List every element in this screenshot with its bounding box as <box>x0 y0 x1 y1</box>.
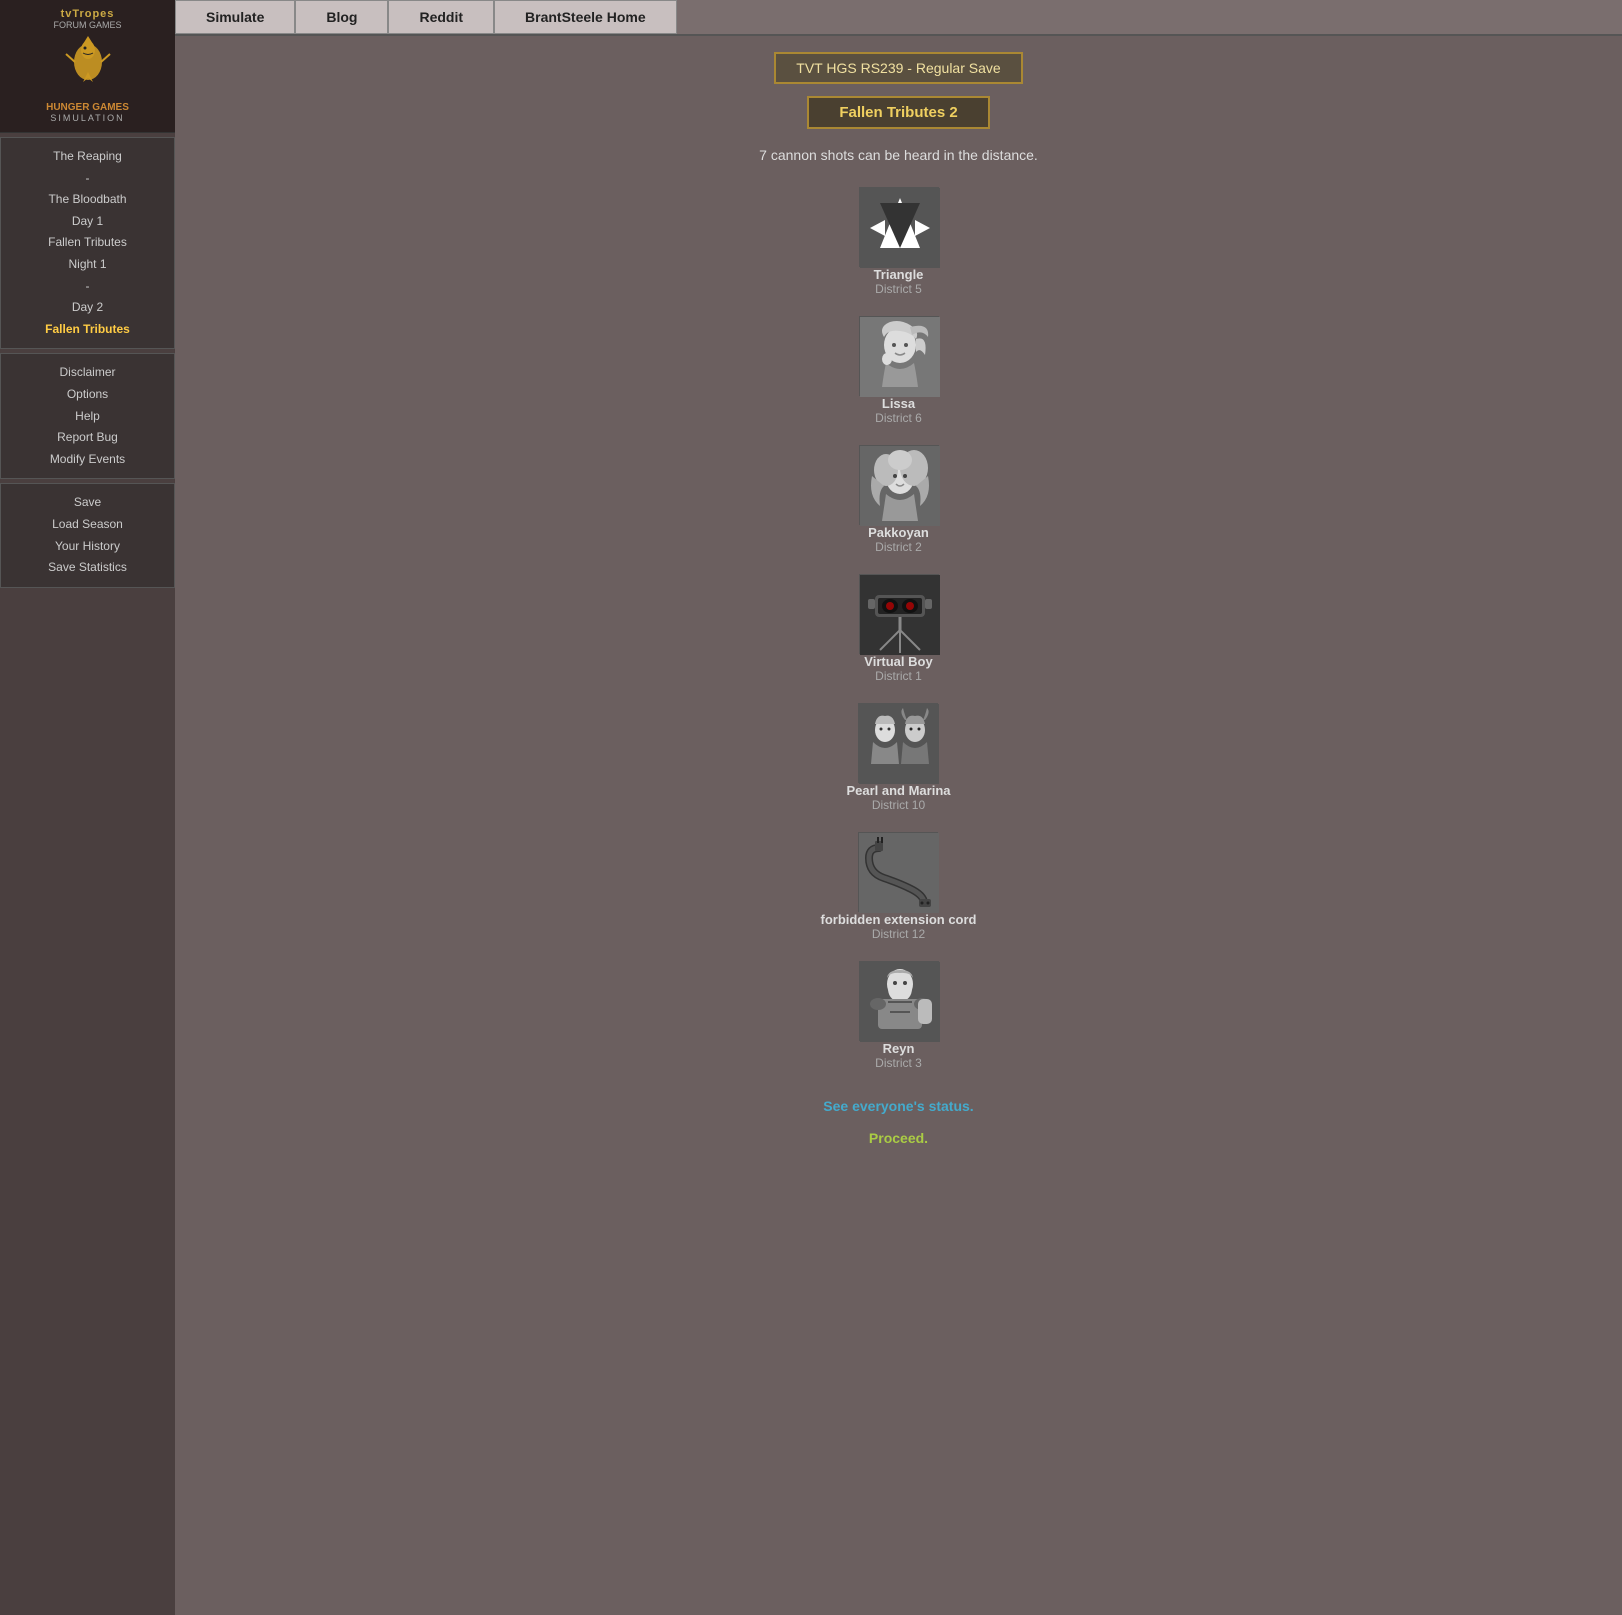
tribute-extension-cord: forbidden extension cord District 12 <box>820 832 976 941</box>
tribute-name-pakkoyan: Pakkoyan <box>868 525 929 540</box>
tribute-name-pearl-marina: Pearl and Marina <box>846 783 950 798</box>
simulation-label: SIMULATION <box>23 113 153 123</box>
main-content: Simulate Blog Reddit BrantSteele Home TV… <box>175 0 1622 1615</box>
tribute-image-reyn <box>859 961 939 1041</box>
tribute-triangle: Triangle District 5 <box>859 187 939 296</box>
report-bug-link[interactable]: Report Bug <box>5 427 170 449</box>
tribute-name-triangle: Triangle <box>874 267 924 282</box>
logo-inner: tvTropes FORUM GAMES HUNGER GAMES SIMULA… <box>23 8 153 98</box>
proceed-link[interactable]: Proceed. <box>869 1130 928 1146</box>
tribute-pearl-marina: Pearl and Marina District 10 <box>846 703 950 812</box>
options-link[interactable]: Options <box>5 384 170 406</box>
logo-box: tvTropes FORUM GAMES HUNGER GAMES SIMULA… <box>0 0 175 133</box>
reddit-button[interactable]: Reddit <box>388 0 494 34</box>
nav-separator-2: - <box>5 276 170 298</box>
nav-item-fallen-2[interactable]: Fallen Tributes <box>5 319 170 341</box>
tribute-district-pearl-marina: District 10 <box>872 798 925 812</box>
nav-item-day2[interactable]: Day 2 <box>5 297 170 319</box>
simulate-button[interactable]: Simulate <box>175 0 295 34</box>
utility-section: Disclaimer Options Help Report Bug Modif… <box>0 353 175 479</box>
modify-events-link[interactable]: Modify Events <box>5 449 170 471</box>
nav-separator-1: - <box>5 168 170 190</box>
tribute-lissa: Lissa District 6 <box>859 316 939 425</box>
tribute-district-lissa: District 6 <box>875 411 922 425</box>
tribute-reyn: Reyn District 3 <box>859 961 939 1070</box>
tribute-virtual-boy: Virtual Boy District 1 <box>859 574 939 683</box>
forum-games-label: FORUM GAMES <box>23 20 153 30</box>
page-content: TVT HGS RS239 - Regular Save Fallen Trib… <box>175 36 1622 1170</box>
cannon-text: 7 cannon shots can be heard in the dista… <box>759 147 1038 163</box>
tribute-image-extension-cord <box>858 832 938 912</box>
tribute-name-reyn: Reyn <box>883 1041 915 1056</box>
sidebar: tvTropes FORUM GAMES HUNGER GAMES SIMULA… <box>0 0 175 1615</box>
load-season-link[interactable]: Load Season <box>5 514 170 536</box>
save-title: TVT HGS RS239 - Regular Save <box>774 52 1022 84</box>
tribute-district-reyn: District 3 <box>875 1056 922 1070</box>
brantsteele-home-button[interactable]: BrantSteele Home <box>494 0 677 34</box>
save-section: Save Load Season Your History Save Stati… <box>0 483 175 587</box>
save-statistics-link[interactable]: Save Statistics <box>5 557 170 579</box>
save-link[interactable]: Save <box>5 492 170 514</box>
tribute-name-extension-cord: forbidden extension cord <box>820 912 976 927</box>
help-link[interactable]: Help <box>5 406 170 428</box>
nav-item-day1[interactable]: Day 1 <box>5 211 170 233</box>
tv-tropes-label: tvTropes <box>23 8 153 20</box>
disclaimer-link[interactable]: Disclaimer <box>5 362 170 384</box>
tribute-image-lissa <box>859 316 939 396</box>
nav-item-night1[interactable]: Night 1 <box>5 254 170 276</box>
tribute-district-triangle: District 5 <box>875 282 922 296</box>
nav-section: The Reaping - The Bloodbath Day 1 Fallen… <box>0 137 175 349</box>
see-status-link[interactable]: See everyone's status. <box>823 1098 973 1114</box>
section-title-button[interactable]: Fallen Tributes 2 <box>807 96 989 129</box>
your-history-link[interactable]: Your History <box>5 536 170 558</box>
tribute-image-virtual-boy <box>859 574 939 654</box>
tribute-pakkoyan: Pakkoyan District 2 <box>859 445 939 554</box>
mockingjay-icon <box>23 34 153 98</box>
nav-item-the-reaping[interactable]: The Reaping <box>5 146 170 168</box>
tribute-image-triangle <box>859 187 939 267</box>
nav-item-bloodbath[interactable]: The Bloodbath <box>5 189 170 211</box>
top-nav: Simulate Blog Reddit BrantSteele Home <box>175 0 1622 36</box>
nav-item-fallen-1[interactable]: Fallen Tributes <box>5 232 170 254</box>
tribute-district-extension-cord: District 12 <box>872 927 925 941</box>
hunger-games-label: HUNGER GAMES <box>23 102 153 113</box>
blog-button[interactable]: Blog <box>295 0 388 34</box>
tribute-district-pakkoyan: District 2 <box>875 540 922 554</box>
tribute-image-pakkoyan <box>859 445 939 525</box>
tribute-district-virtual-boy: District 1 <box>875 669 922 683</box>
tribute-name-virtual-boy: Virtual Boy <box>864 654 932 669</box>
tribute-image-pearl-marina <box>858 703 938 783</box>
tribute-name-lissa: Lissa <box>882 396 915 411</box>
